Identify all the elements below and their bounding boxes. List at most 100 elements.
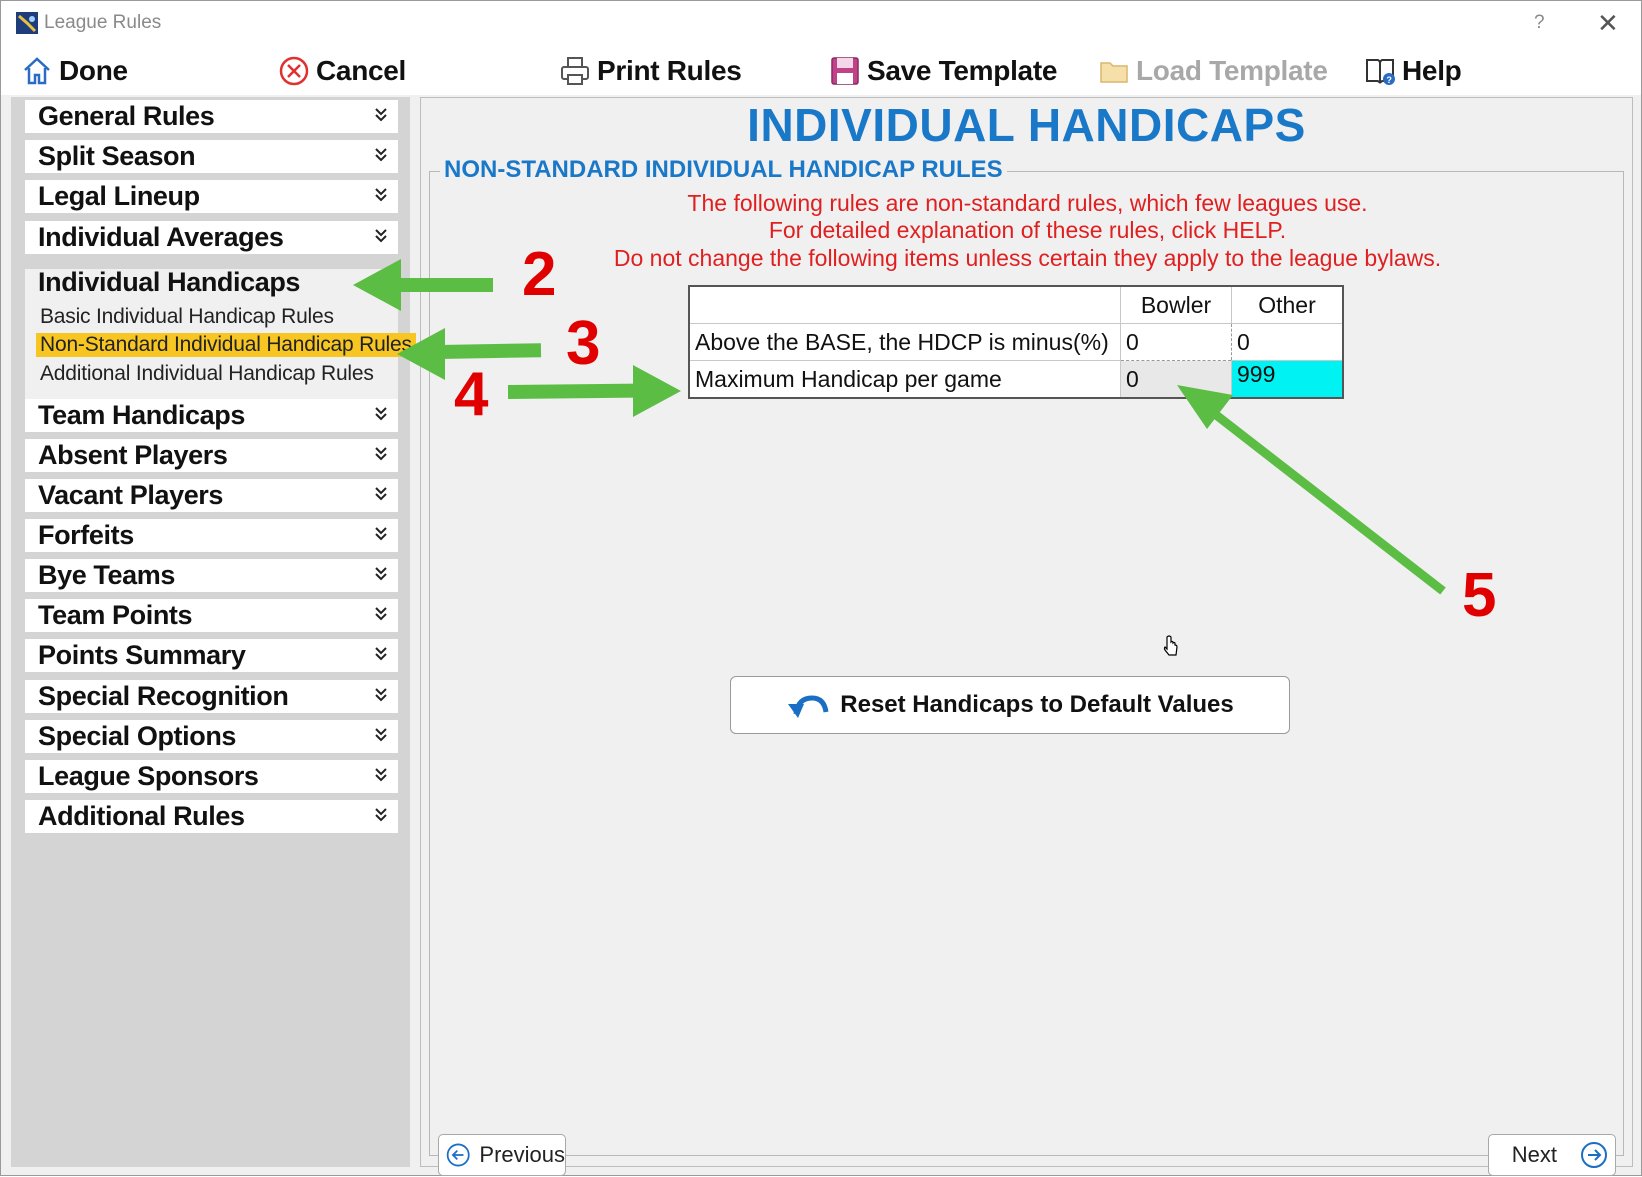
sidebar-item-label: Team Handicaps xyxy=(38,400,245,430)
double-chevron-down-icon xyxy=(375,148,387,162)
title-bar: League Rules ? ✕ xyxy=(1,1,1641,47)
next-label: Next xyxy=(1511,1142,1557,1167)
sidebar-item-team-points[interactable]: Team Points xyxy=(25,599,398,632)
warning-line-3: Do not change the following items unless… xyxy=(613,245,1442,271)
handicap-rules-table: Bowler Other Above the BASE, the HDCP is… xyxy=(688,285,1344,399)
floppy-disk-icon xyxy=(831,57,859,85)
double-chevron-down-icon xyxy=(375,728,387,742)
done-button[interactable]: Done xyxy=(21,47,128,95)
sidebar-item-label: League Sponsors xyxy=(38,761,259,791)
double-chevron-down-icon xyxy=(375,647,387,661)
sidebar-item-absent-players[interactable]: Absent Players xyxy=(25,439,398,472)
cell-above-base-bowler[interactable]: 0 xyxy=(1120,323,1232,361)
sidebar-item-label: Additional Rules xyxy=(38,801,245,831)
sidebar-item-label: Split Season xyxy=(38,141,196,171)
non-standard-rules-group: NON-STANDARD INDIVIDUAL HANDICAP RULES T… xyxy=(429,156,1624,1176)
help-button[interactable]: ? Help xyxy=(1364,47,1462,95)
load-template-button[interactable]: Load Template xyxy=(1098,47,1328,95)
double-chevron-down-icon xyxy=(375,567,387,581)
arrow-right-circle-icon xyxy=(1581,1142,1607,1168)
save-template-button[interactable]: Save Template xyxy=(829,47,1057,95)
double-chevron-down-icon xyxy=(375,229,387,243)
sidebar-item-label: Special Options xyxy=(38,721,237,751)
double-chevron-down-icon xyxy=(375,487,387,501)
subitem-additional-individual-handicap-rules[interactable]: Additional Individual Handicap Rules xyxy=(36,362,378,386)
double-chevron-down-icon xyxy=(375,527,387,541)
window-title: League Rules xyxy=(44,12,162,33)
arrow-left-circle-icon xyxy=(446,1143,470,1167)
sidebar-item-general-rules[interactable]: General Rules xyxy=(25,100,398,133)
double-chevron-down-icon xyxy=(375,688,387,702)
help-book-icon: ? xyxy=(1366,59,1395,85)
sidebar-item-label: Individual Handicaps xyxy=(38,267,301,297)
sidebar-item-label: Team Points xyxy=(38,600,193,630)
sidebar-item-additional-rules[interactable]: Additional Rules xyxy=(25,800,398,833)
sidebar-item-special-recognition[interactable]: Special Recognition xyxy=(25,680,398,713)
save-template-label: Save Template xyxy=(867,55,1058,86)
group-title: NON-STANDARD INDIVIDUAL HANDICAP RULES xyxy=(440,156,1007,184)
double-chevron-down-icon xyxy=(375,188,387,202)
sidebar-item-vacant-players[interactable]: Vacant Players xyxy=(25,479,398,512)
column-header-other: Other xyxy=(1231,285,1344,324)
double-chevron-down-icon xyxy=(375,447,387,461)
sidebar-item-forfeits[interactable]: Forfeits xyxy=(25,519,398,552)
sidebar-item-legal-lineup[interactable]: Legal Lineup xyxy=(25,180,398,213)
sidebar-item-label: Vacant Players xyxy=(38,480,224,510)
load-template-label: Load Template xyxy=(1136,55,1328,86)
previous-button[interactable]: Previous xyxy=(438,1134,566,1176)
sidebar-item-label: Absent Players xyxy=(38,440,228,470)
print-rules-button[interactable]: Print Rules xyxy=(559,47,742,95)
printer-icon xyxy=(561,57,589,85)
column-header-bowler: Bowler xyxy=(1120,285,1232,324)
sidebar-item-individual-averages[interactable]: Individual Averages xyxy=(25,221,398,254)
close-button[interactable]: ✕ xyxy=(1597,9,1619,37)
sidebar-item-special-options[interactable]: Special Options xyxy=(25,720,398,753)
warning-line-1: The following rules are non-standard rul… xyxy=(687,190,1368,216)
sidebar-item-label: Bye Teams xyxy=(38,560,175,590)
previous-label: Previous xyxy=(479,1142,565,1167)
warning-line-2: For detailed explanation of these rules,… xyxy=(768,217,1287,243)
cell-above-base-other[interactable]: 0 xyxy=(1231,323,1344,361)
double-chevron-down-icon xyxy=(375,808,387,822)
toolbar: Done Cancel Print Rules Save Template Lo… xyxy=(1,47,1641,95)
sidebar-item-split-season[interactable]: Split Season xyxy=(25,140,398,173)
reset-handicaps-label: Reset Handicaps to Default Values xyxy=(840,691,1234,718)
sidebar-item-bye-teams[interactable]: Bye Teams xyxy=(25,559,398,592)
next-button[interactable]: Next xyxy=(1488,1134,1616,1176)
cancel-label: Cancel xyxy=(316,55,407,86)
sidebar-item-label: Forfeits xyxy=(38,520,134,550)
row-label-above-base: Above the BASE, the HDCP is minus(%) xyxy=(688,323,1121,361)
double-chevron-down-icon xyxy=(375,607,387,621)
individual-handicaps-section: Individual Handicaps Basic Individual Ha… xyxy=(25,267,416,403)
sidebar-item-label: General Rules xyxy=(38,101,215,131)
cancel-button[interactable]: Cancel xyxy=(278,47,406,95)
sidebar-item-label: Points Summary xyxy=(38,640,246,670)
cell-max-handicap-other[interactable]: 999 xyxy=(1231,360,1344,399)
table-header-row: Bowler Other xyxy=(688,285,1344,324)
sidebar-item-points-summary[interactable]: Points Summary xyxy=(25,639,398,672)
row-label-maximum-handicap: Maximum Handicap per game xyxy=(688,360,1121,399)
help-label: Help xyxy=(1402,55,1462,86)
help-question-button[interactable]: ? xyxy=(1534,12,1545,34)
column-header-label xyxy=(688,285,1121,324)
table-row: Maximum Handicap per game 0 999 xyxy=(688,360,1344,399)
rules-sidebar: General Rules Split Season Legal Lineup … xyxy=(11,97,416,1167)
done-label: Done xyxy=(59,55,128,86)
table-row: Above the BASE, the HDCP is minus(%) 0 0 xyxy=(688,323,1344,361)
subitem-basic-individual-handicap-rules[interactable]: Basic Individual Handicap Rules xyxy=(36,305,338,329)
svg-text:?: ? xyxy=(1386,75,1391,85)
app-icon xyxy=(16,12,38,34)
sidebar-item-team-handicaps[interactable]: Team Handicaps xyxy=(25,399,398,432)
sidebar-item-label: Individual Averages xyxy=(38,222,284,252)
sidebar-item-label: Special Recognition xyxy=(38,681,289,711)
sidebar-item-label: Legal Lineup xyxy=(38,181,200,211)
cell-max-handicap-bowler[interactable]: 0 xyxy=(1120,360,1232,399)
sidebar-item-league-sponsors[interactable]: League Sponsors xyxy=(25,760,398,793)
double-chevron-down-icon xyxy=(375,407,387,421)
page-title: INDIVIDUAL HANDICAPS xyxy=(747,99,1306,151)
reset-handicaps-button[interactable]: Reset Handicaps to Default Values xyxy=(730,676,1290,734)
subitem-non-standard-individual-handicap-rules[interactable]: Non-Standard Individual Handicap Rules xyxy=(36,333,416,357)
double-chevron-down-icon xyxy=(375,768,387,782)
league-rules-window: League Rules ? ✕ Done Cancel Print Rules… xyxy=(0,0,1642,1176)
home-icon xyxy=(24,57,50,85)
